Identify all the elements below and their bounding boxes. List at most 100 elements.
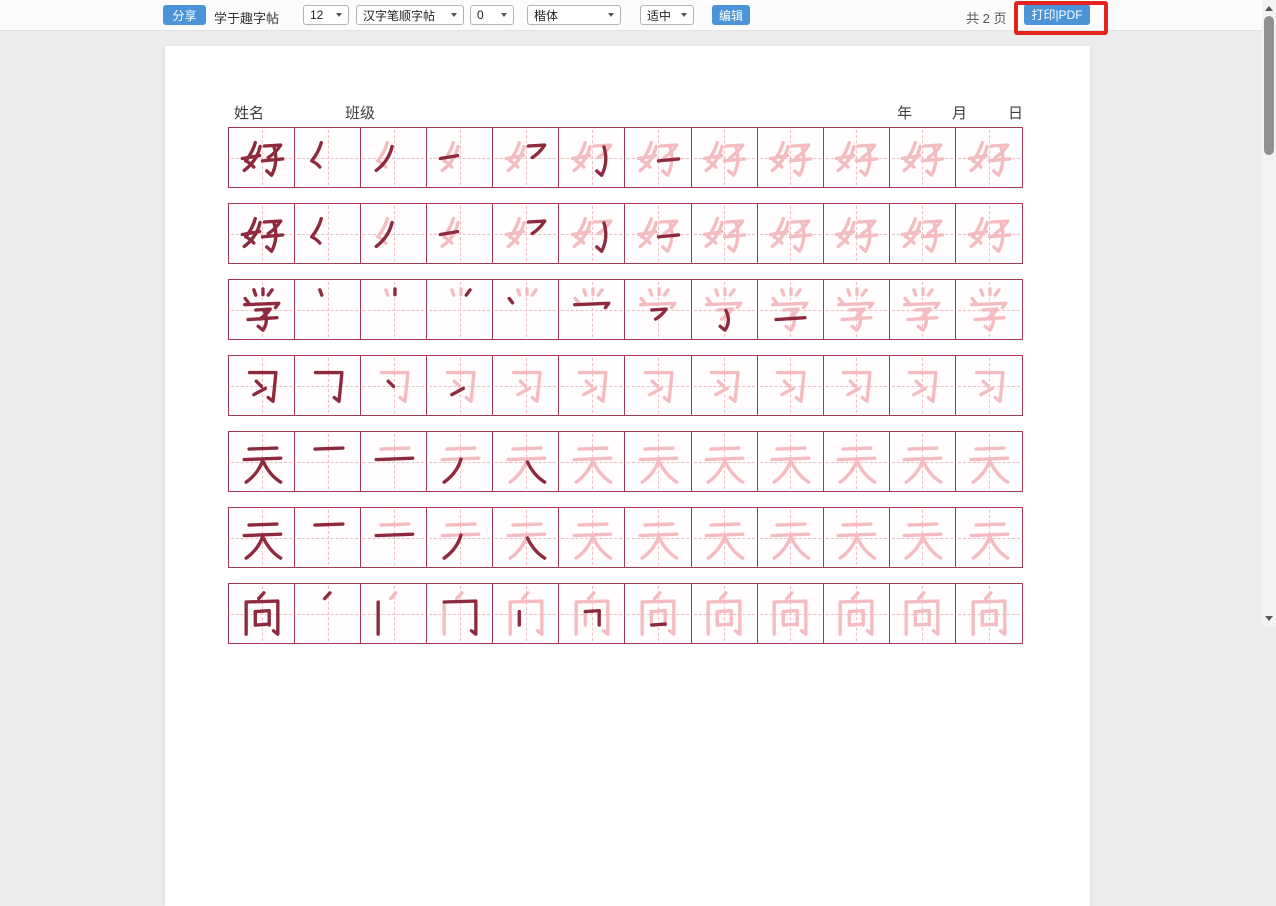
character-strokes: [302, 590, 354, 638]
character-strokes: [500, 438, 552, 486]
grid-cell: [493, 508, 559, 567]
share-button[interactable]: 分享: [163, 5, 206, 25]
character-strokes: [236, 134, 288, 182]
character-strokes: [302, 134, 354, 182]
character-strokes: [566, 134, 618, 182]
vertical-scrollbar[interactable]: [1262, 0, 1276, 626]
character-strokes: [698, 590, 750, 638]
character-strokes: [896, 514, 948, 562]
grid-cell: [427, 280, 493, 339]
grid-cell: [559, 204, 625, 263]
grid-cell: [229, 508, 295, 567]
character-strokes: [500, 134, 552, 182]
character-strokes: [302, 286, 354, 334]
grid-cell: [692, 128, 758, 187]
select-density[interactable]: 适中: [640, 5, 694, 25]
select-font-family[interactable]: 楷体: [527, 5, 621, 25]
character-strokes: [830, 210, 882, 258]
grid-cell: [559, 128, 625, 187]
grid-cell: [824, 356, 890, 415]
character-strokes: [963, 590, 1015, 638]
grid-cell: [295, 128, 361, 187]
edit-button[interactable]: 编辑: [712, 5, 750, 25]
grid-cell: [824, 204, 890, 263]
class-label: 班级: [345, 102, 375, 123]
grid-cell: [427, 356, 493, 415]
chevron-down-icon: [608, 13, 614, 17]
select-number[interactable]: 0: [470, 5, 514, 25]
grid-cell: [493, 280, 559, 339]
character-strokes: [632, 590, 684, 638]
worksheet-page: 姓名 班级 年 月 日: [165, 46, 1090, 906]
grid-cell: [559, 356, 625, 415]
character-strokes: [434, 438, 486, 486]
grid-cell: [559, 280, 625, 339]
day-label: 日: [1008, 102, 1023, 123]
grid-cell: [361, 584, 427, 643]
character-strokes: [368, 134, 420, 182]
grid-cell: [361, 128, 427, 187]
character-strokes: [632, 362, 684, 410]
character-strokes: [368, 286, 420, 334]
grid-cell: [890, 584, 956, 643]
character-strokes: [764, 590, 816, 638]
character-strokes: [566, 438, 618, 486]
character-strokes: [698, 362, 750, 410]
chevron-down-icon: [336, 13, 342, 17]
grid-cell: [493, 204, 559, 263]
character-strokes: [500, 210, 552, 258]
grid-cell: [625, 508, 691, 567]
character-strokes: [896, 438, 948, 486]
grid-cell: [824, 584, 890, 643]
grid-cell: [824, 432, 890, 491]
name-label: 姓名: [234, 102, 264, 123]
grid-cell: [427, 432, 493, 491]
grid-cell: [295, 356, 361, 415]
character-strokes: [566, 210, 618, 258]
scrollbar-thumb[interactable]: [1264, 16, 1274, 155]
grid-cell: [956, 280, 1022, 339]
character-strokes: [764, 362, 816, 410]
toolbar: 分享 学于趣字帖 12 汉字笔顺字帖 0 楷体 适中 编辑 共 2 页 打印|P…: [0, 0, 1276, 31]
print-pdf-button[interactable]: 打印|PDF: [1024, 4, 1090, 25]
character-strokes: [896, 134, 948, 182]
grid-cell: [361, 432, 427, 491]
character-strokes: [368, 438, 420, 486]
select-template-type[interactable]: 汉字笔顺字帖: [356, 5, 464, 25]
grid-cell: [427, 204, 493, 263]
grid-cell: [229, 280, 295, 339]
character-strokes: [963, 286, 1015, 334]
chevron-down-icon: [501, 13, 507, 17]
grid-cell: [625, 432, 691, 491]
character-strokes: [566, 514, 618, 562]
grid-cell: [493, 432, 559, 491]
character-strokes: [830, 438, 882, 486]
character-strokes: [830, 286, 882, 334]
select-font-size[interactable]: 12: [303, 5, 349, 25]
grid-cell: [361, 204, 427, 263]
character-strokes: [963, 362, 1015, 410]
grid-cell: [758, 356, 824, 415]
arrow-down-icon: [1265, 616, 1273, 621]
grid-cell: [956, 204, 1022, 263]
year-label: 年: [897, 102, 912, 123]
grid-cell: [625, 128, 691, 187]
character-strokes: [698, 134, 750, 182]
grid-cell: [824, 128, 890, 187]
grid-cell: [890, 508, 956, 567]
grid-cell: [625, 356, 691, 415]
app-title: 学于趣字帖: [214, 8, 279, 27]
character-strokes: [764, 438, 816, 486]
character-strokes: [236, 362, 288, 410]
scroll-up-button[interactable]: [1262, 1, 1276, 15]
grid-cell: [890, 280, 956, 339]
grid-cell: [361, 280, 427, 339]
grid-cell: [229, 432, 295, 491]
scroll-down-button[interactable]: [1262, 611, 1276, 625]
character-strokes: [368, 590, 420, 638]
grid-cell: [956, 584, 1022, 643]
character-strokes: [302, 362, 354, 410]
character-strokes: [896, 210, 948, 258]
grid-cell: [361, 356, 427, 415]
grid-cell: [758, 128, 824, 187]
